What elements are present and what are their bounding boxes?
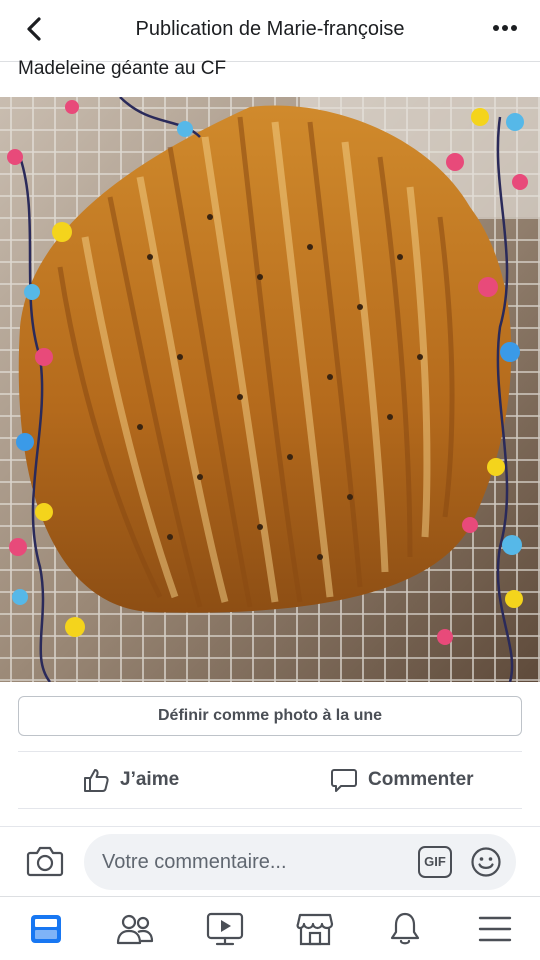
- camera-icon[interactable]: [26, 843, 64, 879]
- page-title: Publication de Marie-françoise: [135, 18, 405, 40]
- comment-label: Commenter: [368, 769, 474, 790]
- news-feed-icon: [31, 915, 61, 943]
- bell-icon: [390, 912, 420, 945]
- tab-news-feed[interactable]: [26, 909, 66, 949]
- tab-watch[interactable]: [205, 909, 245, 949]
- menu-icon: [478, 916, 512, 942]
- gif-button[interactable]: GIF: [418, 846, 452, 878]
- comment-composer: GIF: [0, 826, 540, 896]
- like-label: J’aime: [120, 769, 180, 790]
- set-featured-photo-button[interactable]: Définir comme photo à la une: [18, 696, 522, 736]
- like-button[interactable]: J’aime: [82, 762, 179, 798]
- comment-input[interactable]: [102, 834, 402, 890]
- divider: [18, 751, 522, 752]
- marketplace-icon: [296, 913, 334, 946]
- divider: [18, 808, 522, 809]
- post-photo[interactable]: [0, 97, 540, 682]
- comment-button[interactable]: Commenter: [330, 762, 474, 798]
- tab-marketplace[interactable]: [295, 909, 335, 949]
- emoji-icon[interactable]: [470, 846, 502, 878]
- tab-menu[interactable]: [475, 909, 515, 949]
- groups-icon: [116, 914, 154, 945]
- more-options-icon[interactable]: [492, 18, 518, 38]
- watch-icon: [206, 912, 244, 946]
- bottom-tab-bar: [0, 896, 540, 960]
- madeleine-photo: [0, 97, 540, 682]
- tab-notifications[interactable]: [385, 909, 425, 949]
- tab-groups[interactable]: [115, 909, 155, 949]
- comment-field[interactable]: GIF: [84, 834, 516, 890]
- comment-bubble-icon: [331, 769, 357, 792]
- thumbs-up-icon: [84, 769, 109, 792]
- post-caption: Madeleine géante au CF: [18, 58, 227, 79]
- top-bar: Publication de Marie-françoise: [0, 0, 540, 62]
